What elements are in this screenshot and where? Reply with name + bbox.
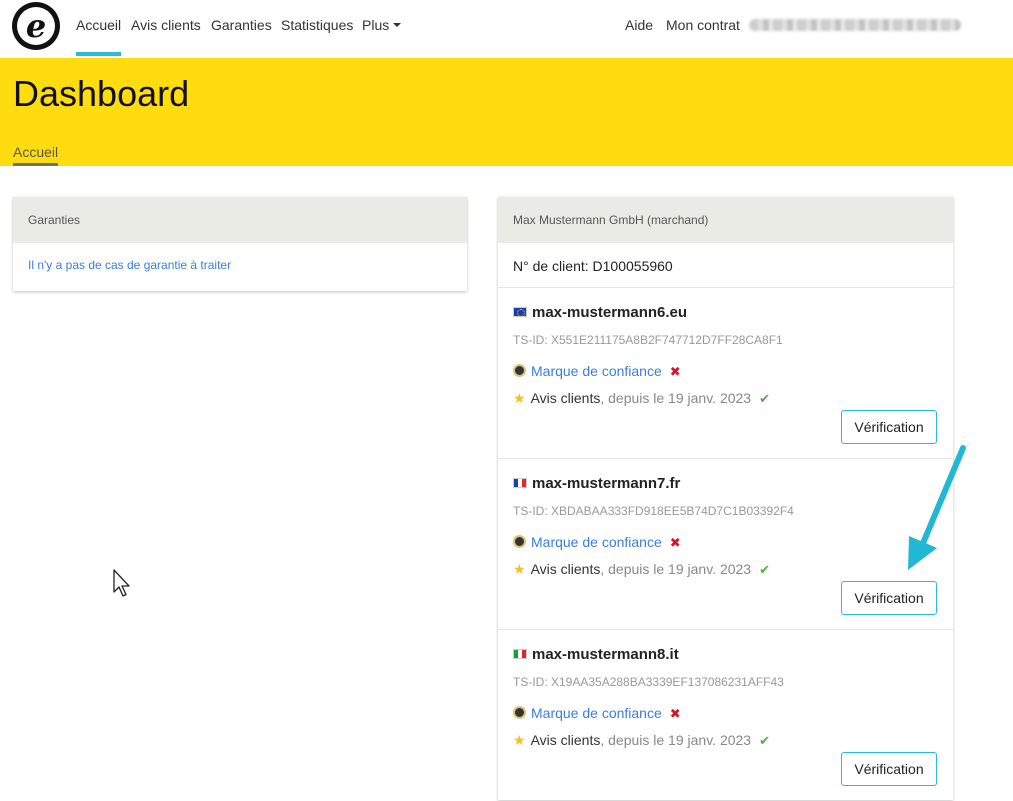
reviews-row: ★ Avis clients, depuis le 19 janv. 2023 ✔ [513,390,770,407]
reviews-label: Avis clients [530,390,601,406]
nav-item-aide[interactable]: Aide [625,17,653,57]
shop-card: max-mustermann7.fr TS-ID: XBDABAA333FD91… [498,459,953,630]
nav-item-avis-clients[interactable]: Avis clients [131,17,201,57]
shop-domain-label: max-mustermann6.eu [532,304,688,321]
mouse-cursor-icon [113,569,130,597]
shop-card: max-mustermann8.it TS-ID: X19AA35A288BA3… [498,630,953,801]
trustmark-link[interactable]: Marque de confiance [531,534,662,550]
page-title: Dashboard [13,73,190,114]
nav-item-accueil[interactable]: Accueil [76,17,122,57]
logo-letter: e [25,7,47,45]
client-number: N° de client: D100055960 [498,243,953,288]
eu-flag-icon [513,307,527,317]
merchant-panel: Max Mustermann GmbH (marchand) N° de cli… [498,197,953,800]
check-icon: ✔ [759,391,770,406]
reviews-since: , depuis le 19 janv. 2023 [600,732,752,748]
trustmark-row: Marque de confiance ✖ [513,705,681,722]
reviews-since: , depuis le 19 janv. 2023 [600,561,752,577]
guarantees-panel-body: Il n'y a pas de cas de garantie à traite… [13,243,467,287]
caret-down-icon [393,23,402,28]
trustmark-seal-icon [513,535,526,548]
nav-item-plus-label: Plus [362,17,390,33]
nav-item-garanties[interactable]: Garanties [211,17,272,57]
shop-domain-label: max-mustermann7.fr [532,475,681,492]
shop-domain: max-mustermann7.fr [513,475,680,492]
merchant-panel-title: Max Mustermann GmbH (marchand) [498,197,953,243]
reviews-label: Avis clients [530,561,601,577]
annotation-arrow-icon [908,445,966,570]
shop-domain-label: max-mustermann8.it [532,646,679,663]
shop-ts-id: TS-ID: X551E211175A8B2F747712D7FF28CA8F1 [513,333,783,347]
shop-ts-id: TS-ID: XBDABAA333FD918EE5B74D7C1B03392F4 [513,504,794,518]
trustmark-link[interactable]: Marque de confiance [531,705,662,721]
shop-ts-id: TS-ID: X19AA35A288BA3339EF137086231AFF43 [513,675,784,689]
cross-icon: ✖ [669,706,681,721]
trusted-shops-logo[interactable]: e [12,2,60,50]
reviews-label: Avis clients [530,732,601,748]
guarantees-panel: Garanties Il n'y a pas de cas de garanti… [13,197,467,291]
reviews-since: , depuis le 19 janv. 2023 [600,390,752,406]
star-icon: ★ [513,561,526,577]
logo-inner: e [17,7,55,45]
shop-domain: max-mustermann8.it [513,646,679,663]
star-icon: ★ [513,732,526,748]
verification-button[interactable]: Vérification [841,752,937,786]
check-icon: ✔ [759,733,770,748]
guarantees-panel-title: Garanties [13,197,467,243]
page-header: Dashboard Accueil [0,58,1013,166]
shop-domain: max-mustermann6.eu [513,304,687,321]
user-account-blurred[interactable] [749,19,961,31]
trustmark-seal-icon [513,706,526,719]
trustmark-row: Marque de confiance ✖ [513,534,681,551]
verification-button[interactable]: Vérification [841,581,937,615]
trustmark-seal-icon [513,364,526,377]
france-flag-icon [513,478,527,488]
cross-icon: ✖ [669,535,681,550]
reviews-row: ★ Avis clients, depuis le 19 janv. 2023 ✔ [513,732,770,749]
star-icon: ★ [513,390,526,406]
no-guarantee-cases-link[interactable]: Il n'y a pas de cas de garantie à traite… [28,258,231,272]
nav-item-statistiques[interactable]: Statistiques [281,17,353,57]
nav-item-plus[interactable]: Plus [362,17,402,57]
italy-flag-icon [513,649,527,659]
trustmark-row: Marque de confiance ✖ [513,363,681,380]
shop-card: max-mustermann6.eu TS-ID: X551E211175A8B… [498,288,953,459]
top-navbar: e Accueil Avis clients Garanties Statist… [0,0,1013,58]
trustmark-link[interactable]: Marque de confiance [531,363,662,379]
cross-icon: ✖ [669,364,681,379]
breadcrumb[interactable]: Accueil [13,144,59,166]
check-icon: ✔ [759,562,770,577]
reviews-row: ★ Avis clients, depuis le 19 janv. 2023 ✔ [513,561,770,578]
nav-item-mon-contrat[interactable]: Mon contrat [666,17,740,57]
verification-button[interactable]: Vérification [841,410,937,444]
